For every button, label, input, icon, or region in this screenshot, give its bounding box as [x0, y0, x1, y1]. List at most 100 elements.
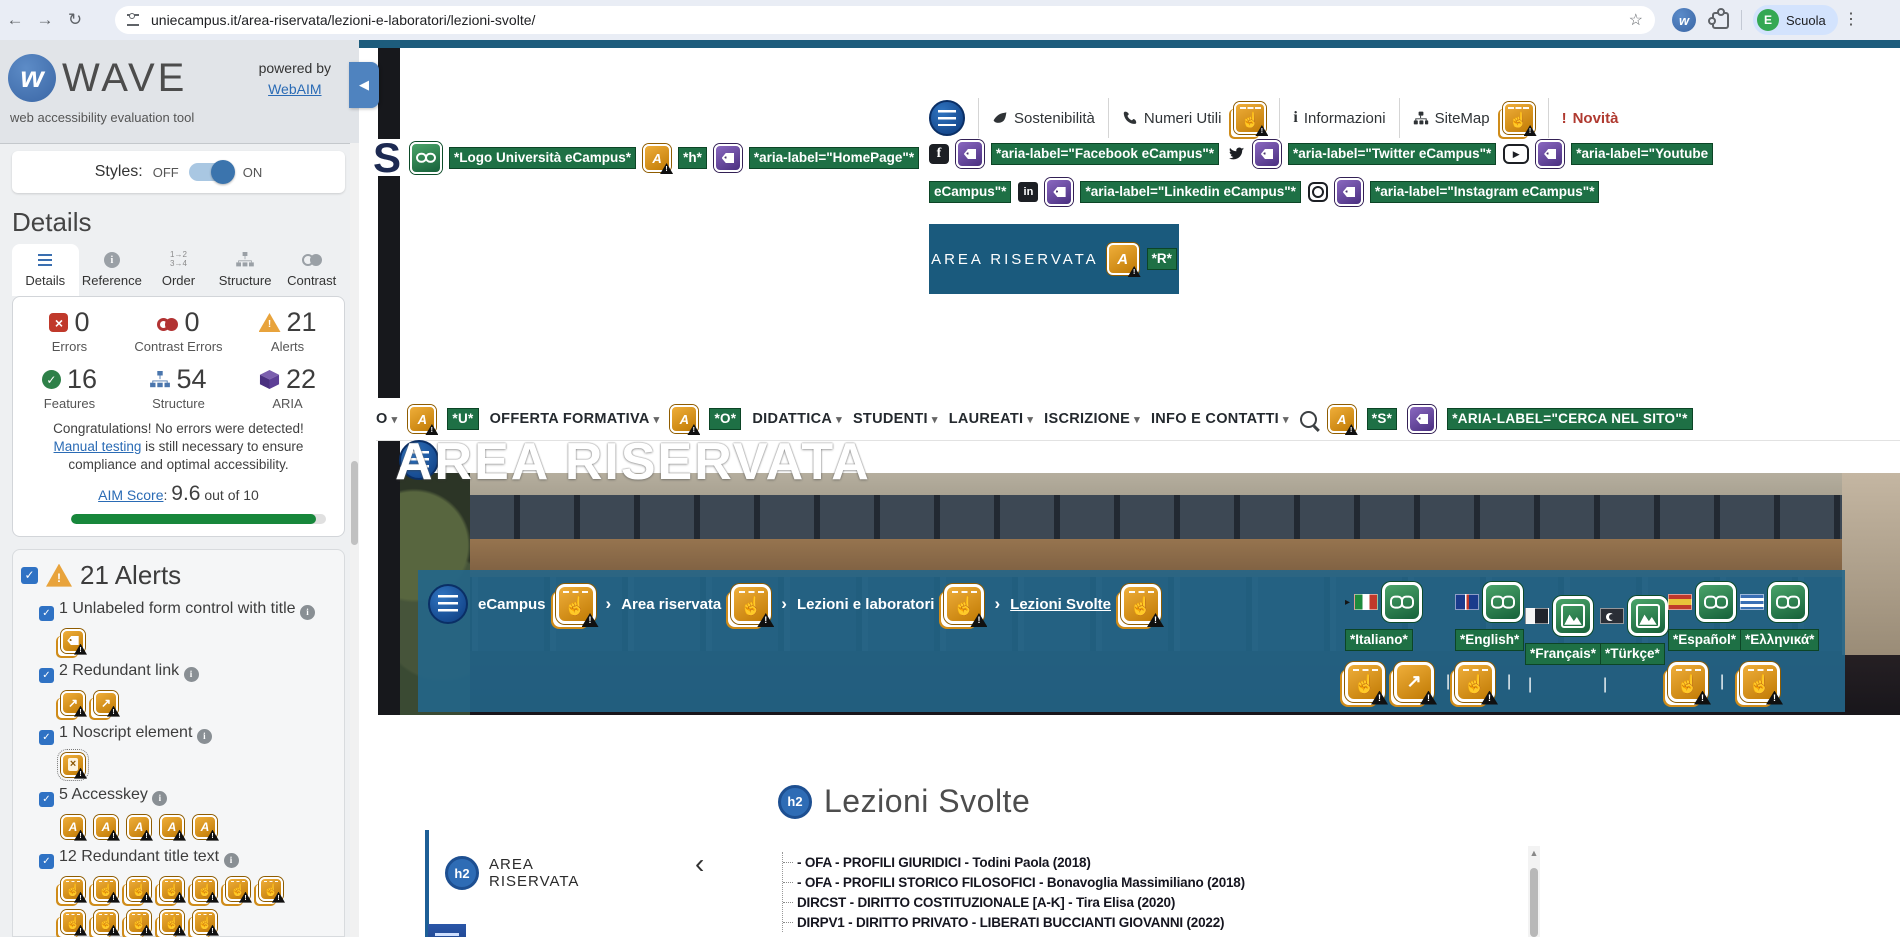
info-icon[interactable]: i [197, 729, 212, 744]
search-icon[interactable] [1300, 411, 1317, 428]
tab-contrast[interactable]: Contrast [278, 244, 345, 296]
address-bar[interactable]: uniecampus.it/area-riservata/lezioni-e-l… [115, 6, 1655, 34]
wave-redundant-title-icon[interactable] [1234, 102, 1266, 134]
url-text[interactable]: uniecampus.it/area-riservata/lezioni-e-l… [151, 12, 1629, 28]
wave-linked-image-icon[interactable] [1696, 582, 1736, 622]
scrollbar-thumb[interactable] [1530, 868, 1538, 937]
wave-redundant-title-icon[interactable] [127, 877, 151, 901]
menu-shield-icon[interactable] [428, 924, 466, 937]
twitter-icon[interactable] [1226, 144, 1246, 164]
wave-accesskey-icon[interactable] [61, 815, 85, 839]
wave-aria-tag-icon[interactable] [956, 140, 984, 168]
alert-checkbox[interactable] [39, 668, 54, 683]
wave-extension-icon[interactable]: w [1672, 8, 1696, 32]
info-icon[interactable]: i [184, 667, 199, 682]
course-item[interactable]: DIRPV1 - DIRITTO PRIVATO - LIBERATI BUCC… [783, 912, 1245, 932]
nav-novita[interactable]: ! Novità [1562, 110, 1619, 127]
nav-informazioni[interactable]: i Informazioni [1293, 109, 1385, 127]
tab-structure[interactable]: Structure [212, 244, 279, 296]
youtube-icon[interactable]: ▶ [1503, 144, 1529, 164]
wave-accesskey-icon[interactable] [1107, 243, 1139, 275]
nav-sostenibilita[interactable]: Sostenibilità [992, 110, 1095, 127]
wave-redundant-title-icon[interactable] [193, 910, 217, 934]
wave-accesskey-icon[interactable] [127, 815, 151, 839]
wave-accesskey-icon[interactable] [94, 815, 118, 839]
styles-toggle[interactable] [189, 163, 233, 181]
wave-redundant-title-icon[interactable] [556, 584, 596, 624]
wave-accesskey-icon[interactable] [670, 405, 698, 433]
wave-linked-image-icon[interactable] [1382, 582, 1422, 622]
nav-sitemap[interactable]: SiteMap [1413, 110, 1490, 127]
forward-icon[interactable]: → [30, 10, 60, 30]
wave-redundant-title-icon[interactable] [1503, 102, 1535, 134]
list-icon[interactable] [929, 100, 965, 136]
alert-checkbox[interactable] [39, 854, 54, 869]
wave-redundant-link-icon[interactable] [61, 691, 85, 715]
alert-checkbox[interactable] [39, 792, 54, 807]
nav-numeri-utili[interactable]: Numeri Utili [1122, 110, 1222, 127]
wave-accesskey-icon[interactable] [160, 815, 184, 839]
wave-link-icon[interactable] [410, 142, 442, 174]
wave-redundant-title-icon[interactable] [226, 877, 250, 901]
collapse-chevron-icon[interactable]: ‹ [695, 848, 704, 880]
wave-redundant-title-icon[interactable] [1740, 662, 1780, 702]
wave-form-title-icon[interactable] [61, 629, 85, 653]
wave-accesskey-icon[interactable] [643, 144, 671, 172]
lang-turkce[interactable]: *Türkçe* | [1600, 596, 1668, 694]
wave-linked-image-icon[interactable] [1768, 582, 1808, 622]
tab-reference[interactable]: i Reference [79, 244, 146, 296]
alerts-checkbox[interactable] [21, 567, 38, 584]
instagram-icon[interactable] [1308, 182, 1328, 202]
wave-accesskey-icon[interactable] [193, 815, 217, 839]
wave-redundant-title-icon[interactable] [160, 910, 184, 934]
lang-espanol[interactable]: *Español* | [1668, 582, 1741, 702]
wave-redundant-title-icon[interactable] [61, 910, 85, 934]
breadcrumb-lezioni-svolte[interactable]: Lezioni Svolte [1010, 596, 1111, 613]
info-icon[interactable]: i [152, 791, 167, 806]
manual-testing-link[interactable]: Manual testing [54, 439, 142, 454]
wave-aria-tag-icon[interactable] [1045, 178, 1073, 206]
lang-italiano[interactable]: ▸ *Italiano* | [1345, 582, 1453, 702]
linkedin-icon[interactable]: in [1018, 182, 1038, 202]
wave-accesskey-icon[interactable] [1328, 405, 1356, 433]
webaim-link[interactable]: WebAIM [268, 81, 321, 97]
nav-item-iscrizione[interactable]: ISCRIZIONE▾ [1044, 411, 1140, 427]
wave-redundant-title-icon[interactable] [944, 584, 984, 624]
profile-chip[interactable]: E Scuola [1753, 5, 1838, 35]
facebook-icon[interactable]: f [929, 144, 949, 164]
wave-redundant-title-icon[interactable] [259, 877, 283, 901]
wave-redundant-title-icon[interactable] [193, 877, 217, 901]
wave-accesskey-icon[interactable] [408, 405, 436, 433]
wave-image-icon[interactable] [1553, 596, 1593, 636]
wave-redundant-title-icon[interactable] [94, 910, 118, 934]
breadcrumb-area-riservata[interactable]: Area riservata [621, 596, 721, 613]
menu-kebab-icon[interactable]: ⋮ [1843, 9, 1859, 29]
course-item[interactable]: DIRCST - DIRITTO COSTITUZIONALE [A-K] - … [783, 892, 1245, 912]
wave-redundant-link-icon[interactable] [94, 691, 118, 715]
sidebar-scrollbar[interactable] [350, 143, 359, 937]
wave-redundant-title-icon[interactable] [61, 877, 85, 901]
info-icon[interactable]: i [224, 853, 239, 868]
nav-item-info-contatti[interactable]: INFO E CONTATTI▾ [1151, 411, 1289, 427]
alert-checkbox[interactable] [39, 606, 54, 621]
course-item[interactable]: - OFA - PROFILI GIURIDICI - Todini Paola… [783, 852, 1245, 872]
extensions-icon[interactable] [1712, 12, 1729, 29]
wave-redundant-title-icon[interactable] [160, 877, 184, 901]
wave-aria-tag-icon[interactable] [1335, 178, 1363, 206]
scroll-up-icon[interactable]: ▲ [1530, 846, 1539, 860]
alert-checkbox[interactable] [39, 730, 54, 745]
wave-redundant-link-icon[interactable] [1394, 662, 1434, 702]
wave-redundant-title-icon[interactable] [731, 584, 771, 624]
lang-english[interactable]: *English* | [1455, 582, 1524, 702]
wave-redundant-title-icon[interactable] [94, 877, 118, 901]
area-riservata-button[interactable]: AREA RISERVATA *R* [929, 224, 1179, 294]
wave-redundant-title-icon[interactable] [1121, 584, 1161, 624]
nav-item-offerta[interactable]: OFFERTA FORMATIVA▾ [490, 411, 660, 427]
info-icon[interactable]: i [300, 605, 315, 620]
nav-item-cut[interactable]: O▾ [376, 411, 397, 427]
back-icon[interactable]: ← [0, 10, 30, 30]
lang-francais[interactable]: *Français* | [1525, 596, 1601, 694]
nav-item-studenti[interactable]: STUDENTI▾ [853, 411, 938, 427]
wave-image-icon[interactable] [1628, 596, 1668, 636]
sidebar-collapse-button[interactable]: ◀ [349, 62, 379, 108]
